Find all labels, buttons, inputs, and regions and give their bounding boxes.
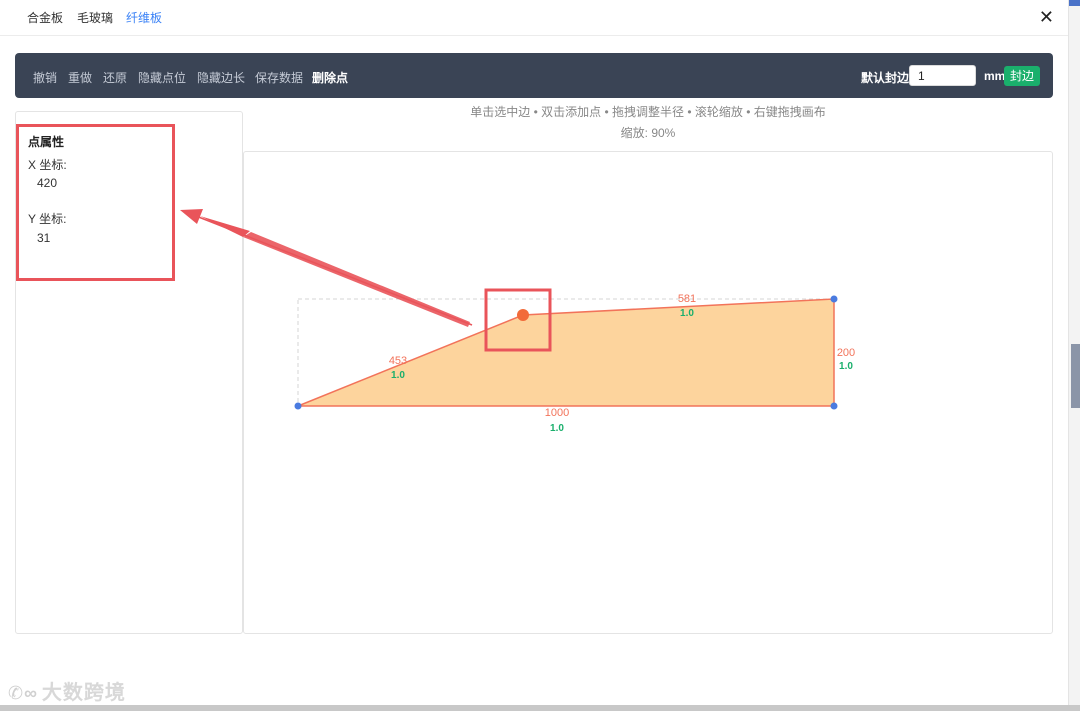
seal-edge-button[interactable]: 封边 (1004, 66, 1040, 86)
tab-frosted-glass[interactable]: 毛玻璃 (77, 9, 113, 26)
zoom-level: 缩放: 90% (620, 126, 676, 140)
canvas-hint: 单击选中边 • 双击添加点 • 拖拽调整半径 • 滚轮缩放 • 右键拖拽画布 (470, 105, 826, 119)
scrollbar-thumb[interactable] (1071, 344, 1080, 408)
y-coordinate-value[interactable]: 31 (37, 231, 50, 245)
watermark-logo-icon: ✆∞ (8, 683, 38, 703)
vertex-point[interactable] (294, 402, 302, 410)
restore-button[interactable]: 还原 (103, 69, 127, 86)
page-scrollbar[interactable] (1068, 0, 1080, 711)
unit-label: mm (984, 69, 1006, 83)
tab-alloy-board[interactable]: 合金板 (27, 9, 63, 26)
y-coordinate-label: Y 坐标: (28, 212, 67, 226)
delete-point-button[interactable]: 删除点 (312, 69, 348, 86)
watermark-text: 大数跨境 (41, 682, 126, 704)
x-coordinate-label: X 坐标: (28, 158, 67, 172)
tab-bar: 合金板 毛玻璃 纤维板 ✕ (0, 0, 1068, 36)
hide-points-button[interactable]: 隐藏点位 (138, 69, 186, 86)
vertex-point-selected[interactable] (517, 309, 529, 321)
save-data-button[interactable]: 保存数据 (255, 69, 303, 86)
vertex-point[interactable] (830, 295, 838, 303)
x-coordinate-value[interactable]: 420 (37, 176, 57, 190)
bottom-edge (0, 705, 1080, 711)
scroll-marker (1069, 0, 1080, 6)
close-icon[interactable]: ✕ (1039, 8, 1054, 26)
hide-edge-length-button[interactable]: 隐藏边长 (197, 69, 245, 86)
vertex-point[interactable] (830, 402, 838, 410)
toolbar: 撤销 重做 还原 隐藏点位 隐藏边长 保存数据 删除点 默认封边: mm 封边 (15, 53, 1053, 98)
tab-fiber-board[interactable]: 纤维板 (126, 9, 162, 26)
redo-button[interactable]: 重做 (68, 69, 92, 86)
watermark: ✆∞ 大数跨境 (8, 676, 126, 705)
panel-title: 点属性 (28, 135, 65, 149)
undo-button[interactable]: 撤销 (33, 69, 57, 86)
default-edge-label: 默认封边: (861, 71, 913, 85)
default-edge-input[interactable] (909, 65, 976, 86)
